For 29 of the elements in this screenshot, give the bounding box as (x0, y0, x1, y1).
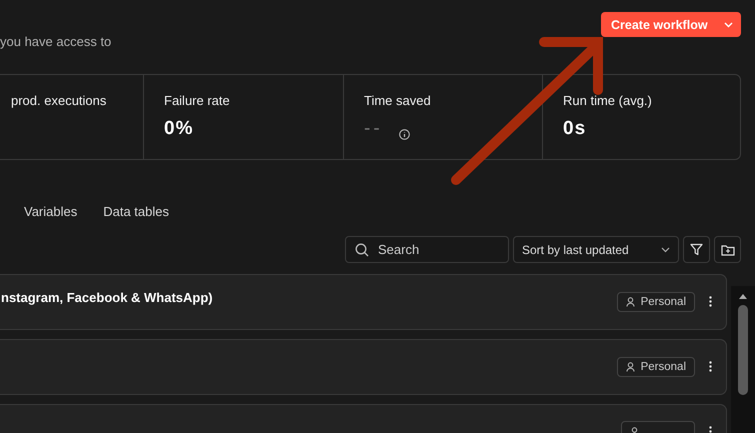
stat-label: Failure rate (164, 93, 231, 108)
stat-label: Time saved (364, 93, 432, 108)
sort-dropdown[interactable]: Sort by last updated (513, 236, 679, 263)
scrollbar[interactable] (731, 286, 755, 433)
user-icon (626, 297, 635, 307)
filter-button[interactable] (683, 236, 710, 263)
chevron-down-icon (724, 22, 732, 28)
stat-value: 0s (563, 118, 586, 140)
stat-label: Run time (avg.) (563, 93, 653, 108)
folder-plus-icon (720, 244, 734, 256)
search-field[interactable]: Search (345, 236, 509, 263)
page-subtitle: you have access to (0, 34, 112, 49)
filter-icon (690, 243, 703, 256)
vertical-dots-icon (709, 296, 712, 306)
stat-label: prod. executions (11, 93, 108, 108)
stat-value: 0% (164, 118, 194, 140)
vertical-dots-icon (709, 360, 712, 372)
owner-badge: Personal (616, 292, 695, 312)
tab[interactable]: Variables (24, 204, 78, 222)
stat-value: -- (364, 118, 383, 140)
owner-badge: Personal (616, 357, 695, 377)
user-icon (626, 362, 635, 372)
search-icon (355, 243, 369, 257)
workflow-title: nstagram, Facebook & WhatsApp) (1, 290, 213, 305)
new-folder-button[interactable] (714, 236, 741, 263)
tab[interactable]: Data tables (103, 204, 169, 222)
workflow-card[interactable]: nstagram, Facebook & WhatsApp) Personal (0, 274, 727, 330)
chevron-down-icon (661, 246, 670, 252)
workflow-card[interactable]: Personal (0, 339, 727, 395)
